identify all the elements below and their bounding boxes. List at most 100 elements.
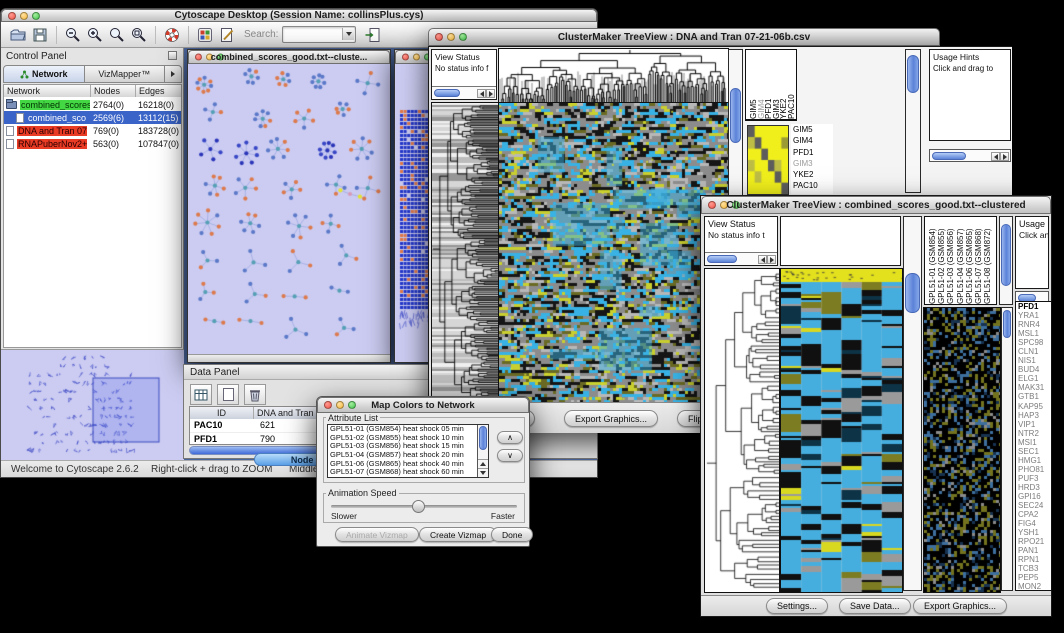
- scroll-right-icon[interactable]: [767, 255, 776, 264]
- move-down-button[interactable]: ∨: [497, 449, 523, 462]
- row-dendrogram[interactable]: [431, 102, 499, 404]
- attribute-table-icon[interactable]: [190, 384, 212, 405]
- row-value: 790: [260, 434, 275, 444]
- labels-vscrollbar[interactable]: [999, 216, 1013, 305]
- save-icon[interactable]: [29, 24, 51, 46]
- row-dendrogram[interactable]: [704, 268, 780, 593]
- animation-slider-thumb[interactable]: [412, 500, 425, 513]
- move-up-button[interactable]: ∧: [497, 431, 523, 444]
- scroll-up-icon[interactable]: [478, 459, 488, 468]
- treeview-action-button[interactable]: Export Graphics...: [913, 598, 1007, 614]
- zoom-in-icon[interactable]: [84, 24, 106, 46]
- import-network-icon[interactable]: [362, 24, 384, 46]
- scroll-down-icon[interactable]: [478, 468, 488, 477]
- network-list-row[interactable]: combined_scores2764(0)16218(0): [4, 98, 181, 111]
- column-label: GPL51-07 (GSM868): [974, 220, 983, 304]
- network-view-window: combined_scores_good.txt--cluste...: [187, 49, 391, 363]
- gene-label: SPC98: [1016, 338, 1051, 347]
- animation-speed-label: Animation Speed: [326, 488, 399, 498]
- scrollbar-thumb[interactable]: [907, 55, 919, 93]
- animate-vizmap-button[interactable]: Animate Vizmap: [335, 527, 419, 542]
- attribute-item[interactable]: GPL51-07 (GSM868) heat shock 60 min: [328, 468, 478, 477]
- correlation-minimap[interactable]: [747, 125, 789, 195]
- tab-vizmapper[interactable]: VizMapper™: [85, 65, 166, 83]
- attribute-item[interactable]: GPL51-06 (GSM865) heat shock 40 min: [328, 460, 478, 469]
- column-header-network[interactable]: Network: [4, 85, 91, 97]
- column-header-edges[interactable]: Edges: [136, 85, 181, 97]
- vizmap-grid-icon[interactable]: [194, 24, 216, 46]
- toolbar-separator: [188, 26, 189, 44]
- main-titlebar[interactable]: Cytoscape Desktop (Session Name: collins…: [1, 9, 597, 22]
- usage-hints-scrollbar[interactable]: [929, 149, 1011, 162]
- treeview-action-button[interactable]: Save Data...: [839, 598, 911, 614]
- scrollbar-thumb[interactable]: [707, 255, 737, 263]
- gene-label-list: PFD1YRA1RNR4MSL1SPC98CLN1NIS1BUD4ELG1MAK…: [1015, 301, 1052, 591]
- attribute-item[interactable]: GPL51-03 (GSM856) heat shock 15 min: [328, 442, 478, 451]
- new-attribute-icon[interactable]: [217, 384, 239, 405]
- scrollbar-thumb[interactable]: [1001, 224, 1011, 286]
- horizontal-scrollbar[interactable]: [188, 354, 390, 362]
- attribute-item[interactable]: GPL51-04 (GSM857) heat shock 20 min: [328, 451, 478, 460]
- minimap-vscrollbar[interactable]: [1001, 307, 1013, 591]
- done-button[interactable]: Done: [491, 527, 533, 542]
- usage-hints-heading: Usage Hints: [930, 50, 1010, 63]
- view-status-scrollbar[interactable]: [705, 252, 777, 265]
- heatmap-column-labels: GPL51-01 (GSM854)GPL51-02 (GSM855)GPL51-…: [924, 216, 997, 305]
- tab-overflow-button[interactable]: [165, 65, 182, 83]
- delete-attribute-icon[interactable]: [244, 384, 266, 405]
- gene-label: SEC24: [1016, 501, 1051, 510]
- column-header-id[interactable]: ID: [190, 407, 254, 419]
- scroll-right-icon[interactable]: [486, 89, 495, 98]
- control-panel-header: Control Panel: [1, 48, 183, 64]
- zoom-selected-icon[interactable]: [106, 24, 128, 46]
- scroll-left-icon[interactable]: [991, 152, 1000, 161]
- scrollbar-thumb[interactable]: [479, 426, 487, 450]
- attribute-list[interactable]: GPL51-01 (GSM854) heat shock 05 minGPL51…: [327, 424, 489, 478]
- view-status-scrollbar[interactable]: [432, 86, 496, 99]
- scrollbar-thumb[interactable]: [434, 89, 460, 97]
- minimize-icon[interactable]: [413, 54, 420, 61]
- gene-label: SEC1: [1016, 447, 1051, 456]
- heatmap-vscrollbar[interactable]: [903, 216, 922, 591]
- network-overview[interactable]: [1, 349, 184, 460]
- zoom-fit-icon[interactable]: [128, 24, 150, 46]
- create-vizmap-button[interactable]: Create Vizmap: [419, 527, 497, 542]
- search-input[interactable]: [282, 26, 356, 43]
- attribute-item[interactable]: GPL51-02 (GSM855) heat shock 10 min: [328, 434, 478, 443]
- tab-network[interactable]: Network: [3, 65, 85, 83]
- zoom-out-icon[interactable]: [62, 24, 84, 46]
- search-dropdown-button[interactable]: [342, 28, 354, 40]
- network-canvas[interactable]: [188, 64, 390, 354]
- scrollbar-thumb[interactable]: [905, 273, 920, 313]
- scroll-left-icon[interactable]: [477, 89, 486, 98]
- open-folder-icon[interactable]: [7, 24, 29, 46]
- float-panel-icon[interactable]: [168, 51, 177, 60]
- heatmap[interactable]: [498, 102, 729, 404]
- close-icon[interactable]: [402, 54, 409, 61]
- right-vscrollbar[interactable]: [905, 49, 921, 193]
- treeview-action-button[interactable]: Settings...: [766, 598, 828, 614]
- global-minimap[interactable]: [923, 307, 1001, 593]
- scrollbar-thumb[interactable]: [1003, 310, 1011, 338]
- network-list-row[interactable]: RNAPuberNov2+563(0)107847(0): [4, 137, 181, 150]
- scrollbar-thumb[interactable]: [932, 152, 966, 160]
- gene-label: GPI16: [1016, 492, 1051, 501]
- row-label: PAC10: [791, 180, 833, 191]
- scroll-right-icon[interactable]: [1000, 152, 1009, 161]
- scroll-left-icon[interactable]: [758, 255, 767, 264]
- attribute-item[interactable]: GPL51-01 (GSM854) heat shock 05 min: [328, 425, 478, 434]
- help-lifesaver-icon[interactable]: [161, 24, 183, 46]
- view-status-text: No status info t: [705, 230, 777, 241]
- column-dendrogram[interactable]: [498, 48, 729, 103]
- heatmap[interactable]: [780, 268, 903, 593]
- treeview1-view-status: View Status No status info f: [431, 49, 497, 100]
- gene-label: BUD4: [1016, 365, 1051, 374]
- column-header-nodes[interactable]: Nodes: [91, 85, 136, 97]
- network-list-row[interactable]: combined_sco2569(6)13112(15): [4, 111, 181, 124]
- attribute-list-scrollbar[interactable]: [477, 425, 488, 477]
- gene-label: GTB1: [1016, 392, 1051, 401]
- annotation-icon[interactable]: [216, 24, 238, 46]
- treeview-action-button[interactable]: Export Graphics...: [564, 410, 658, 427]
- network-list-row[interactable]: DNA and Tran 07769(0)183728(0): [4, 124, 181, 137]
- scrollbar-thumb[interactable]: [730, 88, 741, 143]
